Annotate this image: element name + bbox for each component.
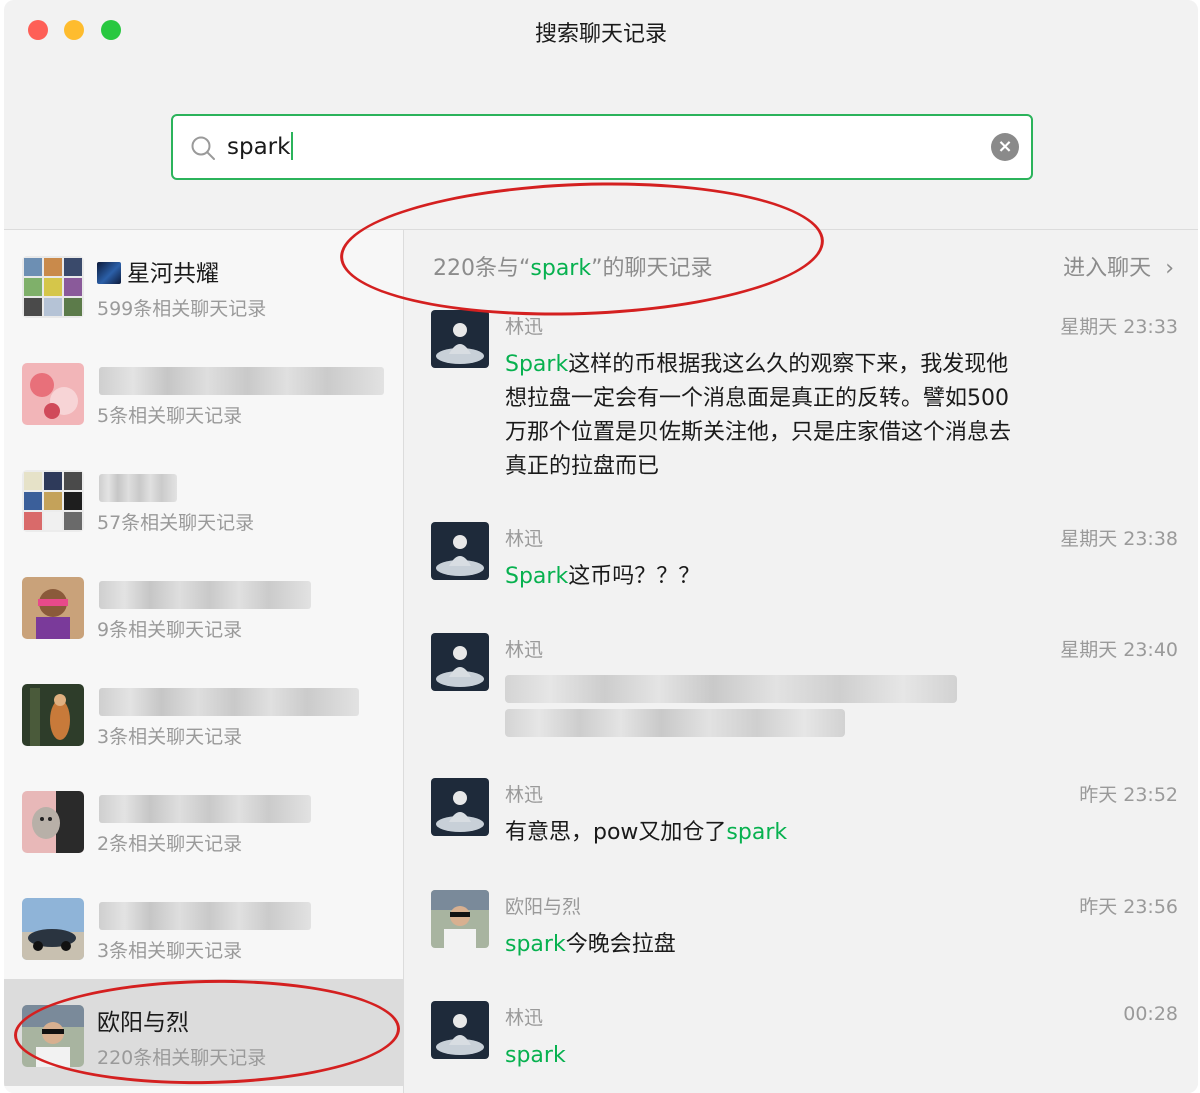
list-item[interactable]: 57条相关聊天记录 <box>4 444 404 551</box>
sender-name: 林迅 <box>505 316 544 338</box>
redacted-name <box>99 474 177 502</box>
message-text: Spark这币吗？？？ <box>505 564 701 589</box>
group-avatar <box>22 256 84 318</box>
message-time: 星期天 23:33 <box>1060 316 1178 338</box>
sender-name: 林迅 <box>505 784 544 806</box>
sender-name: 林迅 <box>505 639 544 661</box>
redacted-message-line <box>505 709 845 737</box>
list-item-selected[interactable]: 欧阳与烈 220条相关聊天记录 <box>4 979 404 1086</box>
sender-name: 林迅 <box>505 1007 544 1029</box>
avatar <box>431 522 489 580</box>
conversation-name: 星河共耀 <box>97 254 219 288</box>
redacted-name <box>99 795 311 823</box>
enter-chat-button[interactable]: 进入聊天 › <box>1063 250 1174 282</box>
title-bar: 搜索聊天记录 <box>4 0 1198 60</box>
match-count: 5条相关聊天记录 <box>97 405 243 427</box>
message-text: 有意思，pow又加仓了spark <box>505 820 788 845</box>
avatar <box>22 791 84 853</box>
chevron-right-icon: › <box>1165 256 1174 281</box>
avatar <box>22 1005 84 1067</box>
message-text: spark <box>505 1043 566 1068</box>
redacted-name <box>99 902 311 930</box>
redacted-name <box>99 688 359 716</box>
message-time: 昨天 23:56 <box>1079 896 1178 918</box>
avatar <box>431 890 489 948</box>
results-header: 220条与“spark”的聊天记录 <box>433 256 713 281</box>
avatar <box>22 577 84 639</box>
match-count: 3条相关聊天记录 <box>97 940 243 962</box>
match-count: 3条相关聊天记录 <box>97 726 243 748</box>
list-item[interactable]: 3条相关聊天记录 <box>4 872 404 979</box>
sender-name: 林迅 <box>505 528 544 550</box>
avatar <box>431 1001 489 1059</box>
message-time: 星期天 23:38 <box>1060 528 1178 550</box>
clear-icon[interactable]: × <box>991 133 1019 161</box>
avatar <box>22 684 84 746</box>
group-avatar <box>22 470 84 532</box>
window-title: 搜索聊天记录 <box>534 22 667 47</box>
avatar <box>22 363 84 425</box>
search-input[interactable]: spark × <box>171 114 1033 180</box>
message-time: 00:28 <box>1123 1003 1178 1025</box>
search-chat-window: 搜索聊天记录 spark × 星河共耀 599条相关聊天记录 5条相关聊天记录 … <box>4 0 1198 1093</box>
list-item[interactable]: 3条相关聊天记录 <box>4 658 404 765</box>
search-icon <box>191 136 215 160</box>
galaxy-flag-icon <box>97 262 121 284</box>
list-item[interactable]: 5条相关聊天记录 <box>4 337 404 444</box>
list-item[interactable]: 9条相关聊天记录 <box>4 551 404 658</box>
avatar <box>431 633 489 691</box>
search-query: spark <box>227 132 294 160</box>
conversation-list: 星河共耀 599条相关聊天记录 5条相关聊天记录 57条相关聊天记录 9条相关聊… <box>4 230 404 1093</box>
text-caret <box>291 132 294 160</box>
redacted-message-line <box>505 675 957 703</box>
search-results-pane: 220条与“spark”的聊天记录 进入聊天 › 林迅 星期天 23:33 Spa… <box>405 230 1198 1093</box>
conversation-name: 欧阳与烈 <box>97 1010 189 1036</box>
list-item[interactable]: 2条相关聊天记录 <box>4 765 404 872</box>
message-text: spark今晚会拉盘 <box>505 932 676 957</box>
sender-name: 欧阳与烈 <box>505 896 582 918</box>
message-time: 昨天 23:52 <box>1079 784 1178 806</box>
message-text: Spark这样的币根据我这么久的观察下来，我发现他想拉盘一定会有一个消息面是真正… <box>505 352 1012 479</box>
match-count: 2条相关聊天记录 <box>97 833 243 855</box>
avatar <box>431 310 489 368</box>
match-count: 9条相关聊天记录 <box>97 619 243 641</box>
list-item[interactable]: 星河共耀 599条相关聊天记录 <box>4 230 404 337</box>
message-time: 星期天 23:40 <box>1060 639 1178 661</box>
avatar <box>431 778 489 836</box>
match-count: 599条相关聊天记录 <box>97 298 267 320</box>
avatar <box>22 898 84 960</box>
match-count: 220条相关聊天记录 <box>97 1047 267 1069</box>
match-count: 57条相关聊天记录 <box>97 512 255 534</box>
redacted-name <box>99 367 384 395</box>
redacted-name <box>99 581 311 609</box>
